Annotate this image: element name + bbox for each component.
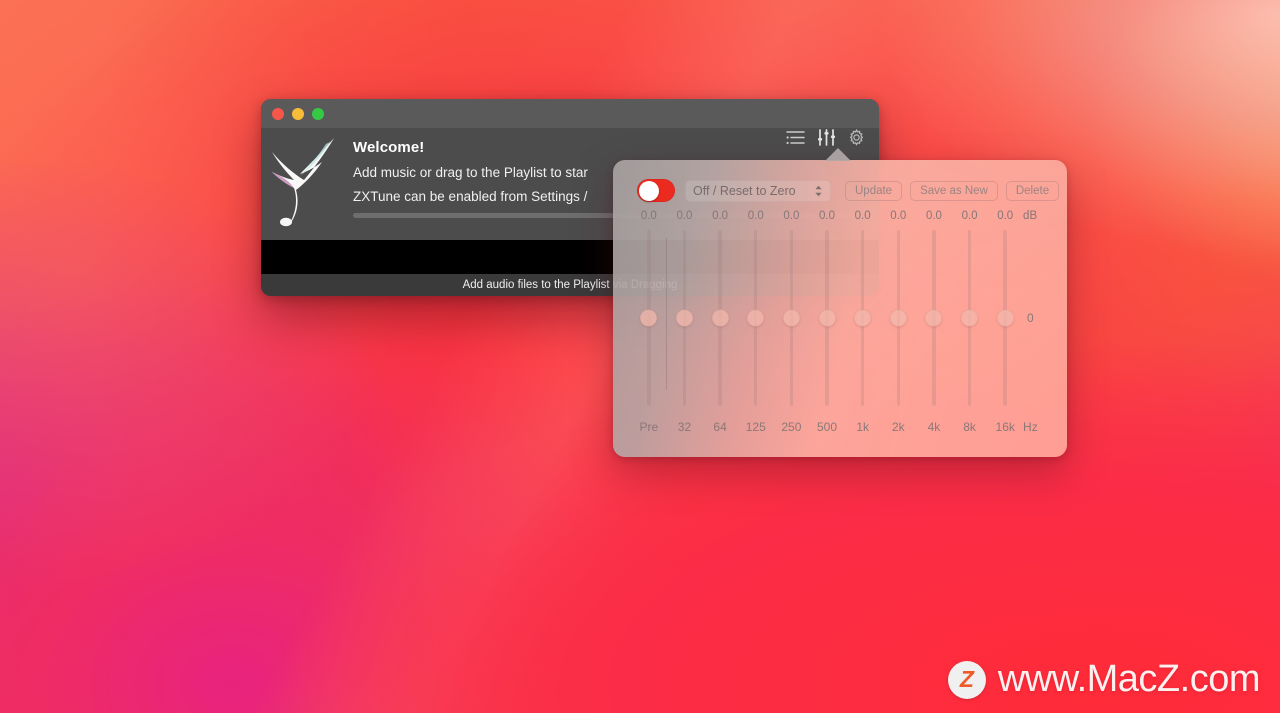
- slider-knob[interactable]: [747, 309, 765, 327]
- logo-column: [261, 130, 353, 240]
- band-slider-250[interactable]: [774, 224, 810, 412]
- minimize-button[interactable]: [292, 107, 304, 120]
- frequency-label: 500: [817, 420, 838, 434]
- band-slider-8k[interactable]: [952, 224, 988, 412]
- window-titlebar[interactable]: [261, 99, 879, 128]
- save-as-new-button[interactable]: Save as New: [910, 180, 998, 201]
- playlist-icon[interactable]: [786, 130, 805, 145]
- update-button[interactable]: Update: [845, 180, 903, 201]
- gain-value: 0.0: [890, 210, 907, 222]
- gain-value: 0.0: [819, 210, 836, 222]
- gain-value: 0.0: [854, 210, 871, 222]
- band-slider-125[interactable]: [738, 224, 774, 412]
- gain-values-row: 0.0 0.0 0.0 0.0 0.0 0.0 0.0 0.0 0.0 0.0 …: [631, 202, 1049, 222]
- slider-knob[interactable]: [961, 309, 979, 327]
- gain-value: 0.0: [961, 210, 978, 222]
- equalizer-enable-toggle[interactable]: [637, 179, 675, 202]
- slider-knob[interactable]: [996, 309, 1014, 327]
- gain-center-label: 0: [1027, 311, 1034, 325]
- equalizer-icon[interactable]: [817, 129, 836, 146]
- gain-value: 0.0: [925, 210, 942, 222]
- toggle-knob: [638, 180, 659, 201]
- frequency-label: 1k: [856, 420, 869, 434]
- band-slider-16k[interactable]: [987, 224, 1023, 412]
- settings-gear-icon[interactable]: [848, 129, 865, 146]
- gain-value: 0.0: [640, 210, 657, 222]
- slider-knob[interactable]: [782, 309, 800, 327]
- band-slider-4k[interactable]: [916, 224, 952, 412]
- slider-knob[interactable]: [675, 309, 693, 327]
- band-slider-500[interactable]: [809, 224, 845, 412]
- band-slider-pre[interactable]: [631, 224, 667, 412]
- equalizer-popover[interactable]: Off / Reset to Zero Update Save as New D…: [613, 148, 1067, 457]
- macz-logo-badge: Z: [947, 660, 986, 699]
- close-button[interactable]: [272, 107, 284, 120]
- gain-value: 0.0: [747, 210, 764, 222]
- frequency-label: 32: [677, 420, 692, 434]
- preset-actions: Update Save as New Delete: [845, 180, 1060, 201]
- preset-select-value: Off / Reset to Zero: [693, 183, 796, 198]
- desktop-background: Welcome! Add music or drag to the Playli…: [0, 0, 1280, 713]
- watermark: Z www.MacZ.com: [947, 658, 1261, 701]
- hummingbird-logo: [272, 138, 334, 227]
- slider-knob[interactable]: [854, 309, 872, 327]
- gain-value: 0.0: [783, 210, 800, 222]
- frequency-label: 125: [745, 420, 766, 434]
- watermark-text: www.MacZ.com: [997, 658, 1261, 700]
- window-toolbar: [786, 129, 865, 146]
- db-unit-label: dB: [1023, 210, 1038, 222]
- band-slider-64[interactable]: [702, 224, 738, 412]
- slider-knob[interactable]: [925, 309, 943, 327]
- delete-button[interactable]: Delete: [1005, 180, 1060, 201]
- hz-unit-label: Hz: [1023, 420, 1038, 434]
- frequency-label: 64: [713, 420, 727, 434]
- gain-value: 0.0: [997, 210, 1014, 222]
- gain-value: 0.0: [676, 210, 693, 222]
- frequency-label: 2k: [891, 420, 905, 434]
- slider-knob[interactable]: [640, 309, 658, 327]
- preset-select[interactable]: Off / Reset to Zero: [685, 179, 831, 202]
- chevron-updown-icon: [814, 185, 823, 197]
- gain-value: 0.0: [712, 210, 729, 222]
- zoom-button[interactable]: [312, 107, 324, 120]
- frequency-label: 16k: [995, 420, 1015, 434]
- band-slider-1k[interactable]: [845, 224, 881, 412]
- frequency-labels-row: Pre 32 64 125 250 500 1k 2k 4k 8k 16k Hz: [631, 420, 1049, 434]
- band-slider-2k[interactable]: [880, 224, 916, 412]
- frequency-label: 250: [781, 420, 802, 434]
- equalizer-header: Off / Reset to Zero Update Save as New D…: [613, 160, 1067, 202]
- band-slider-32[interactable]: [667, 224, 703, 412]
- equalizer-sliders: 0: [631, 224, 1049, 412]
- frequency-label: 4k: [927, 420, 941, 434]
- frequency-label: 8k: [963, 420, 976, 434]
- page-title: Welcome!: [353, 139, 425, 156]
- slider-knob[interactable]: [889, 309, 907, 327]
- frequency-label: Pre: [639, 420, 659, 434]
- slider-knob[interactable]: [711, 309, 729, 327]
- slider-knob[interactable]: [818, 309, 836, 327]
